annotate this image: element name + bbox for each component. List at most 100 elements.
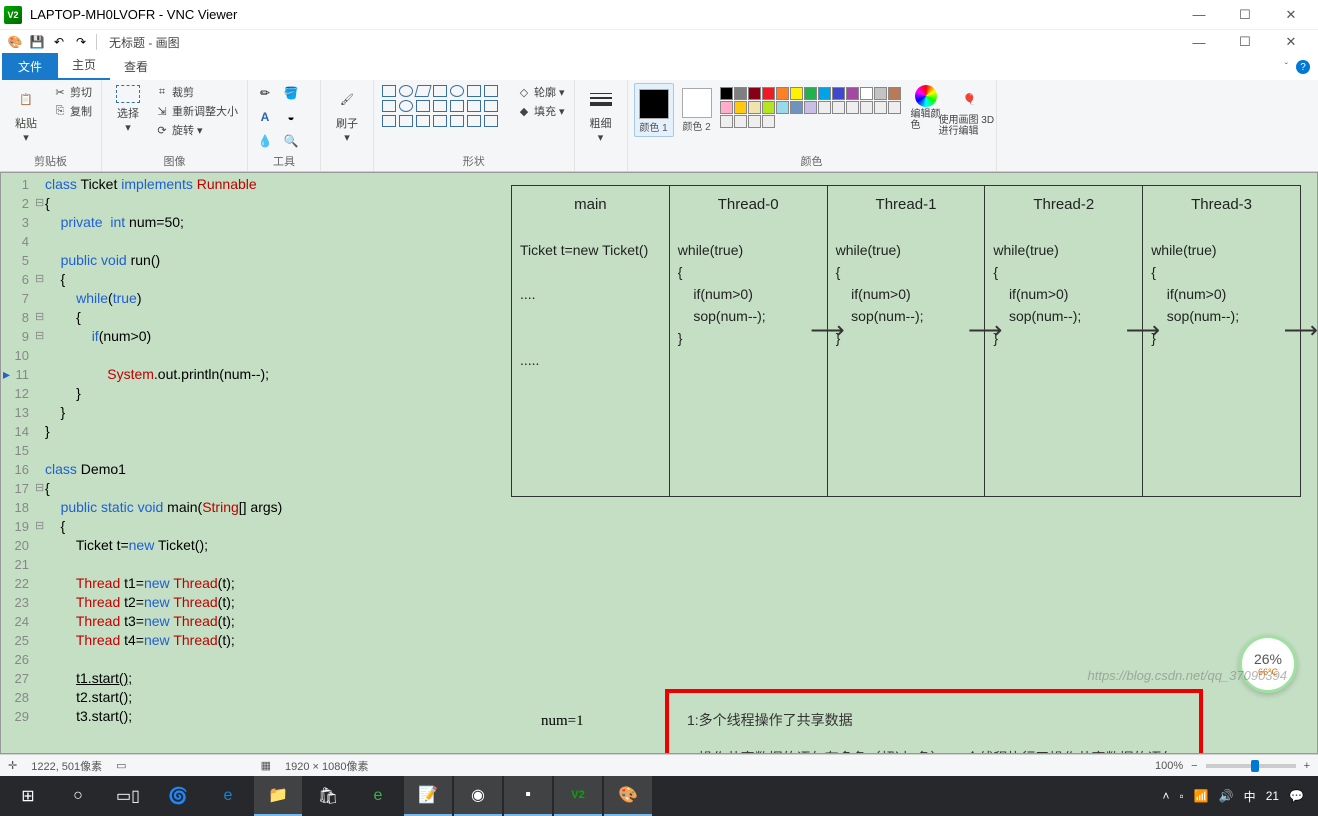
thickness-button[interactable]: 粗细▾ [581, 83, 621, 144]
taskbar-app-paint[interactable]: 🎨 [604, 776, 652, 816]
vnc-title: LAPTOP-MH0LVOFR - VNC Viewer [30, 7, 1176, 22]
redo-icon[interactable]: ↷ [71, 32, 91, 52]
tray-ime-icon[interactable]: 中 [1244, 788, 1256, 805]
tray-chevron-icon[interactable]: ˄ [1162, 789, 1169, 803]
palette-swatch[interactable] [804, 87, 817, 100]
palette-swatch[interactable] [846, 87, 859, 100]
tab-file[interactable]: 文件 [2, 53, 58, 80]
palette-swatch[interactable] [832, 87, 845, 100]
palette-swatch[interactable] [748, 87, 761, 100]
eyedropper-tool[interactable]: 💧 [255, 131, 275, 151]
group-colors: 颜色 1 颜色 2 编辑颜色 🎈 使用画图 3D 进行编辑 颜色 [628, 80, 997, 171]
help-icon[interactable]: ? [1296, 60, 1310, 74]
zoom-in-button[interactable]: + [1304, 760, 1310, 772]
palette-swatch[interactable] [860, 87, 873, 100]
taskbar-app-chrome[interactable]: ◉ [454, 776, 502, 816]
undo-icon[interactable]: ↶ [49, 32, 69, 52]
tray-time[interactable]: 21 [1266, 789, 1279, 803]
taskbar-app-ie[interactable]: e [354, 776, 402, 816]
palette-swatch[interactable] [776, 87, 789, 100]
palette-swatch[interactable] [734, 101, 747, 114]
magnifier-tool[interactable]: 🔍 [281, 131, 301, 151]
rotate-button[interactable]: ⟳旋转 ▾ [152, 121, 241, 139]
zoom-slider[interactable] [1206, 764, 1296, 768]
start-button[interactable]: ⊞ [4, 776, 52, 816]
taskbar-app-store[interactable]: 🛍 [304, 776, 352, 816]
palette-swatch[interactable] [888, 101, 901, 114]
minimize-ribbon-icon[interactable]: ˇ [1285, 62, 1288, 73]
shape-fill-button[interactable]: ◆填充 ▾ [514, 102, 568, 120]
group-image: 选择▾ ⌗裁剪 ⇲重新调整大小 ⟳旋转 ▾ 图像 [102, 80, 248, 171]
tab-home[interactable]: 主页 [58, 51, 110, 80]
paste-button[interactable]: 📋 粘贴▾ [6, 83, 46, 144]
palette-swatch[interactable] [888, 87, 901, 100]
ribbon: 📋 粘贴▾ ✂剪切 ⎘复制 剪贴板 选择▾ ⌗裁剪 ⇲重新调整大小 ⟳旋转 ▾ … [0, 80, 1318, 172]
system-tray[interactable]: ˄ ▫ 📶 🔊 中 21 💬 [1162, 788, 1314, 805]
paint-close-button[interactable]: ✕ [1268, 27, 1314, 57]
palette-swatch[interactable] [734, 87, 747, 100]
minimize-button[interactable]: — [1176, 0, 1222, 30]
crop-button[interactable]: ⌗裁剪 [152, 83, 241, 101]
palette-swatch[interactable] [804, 101, 817, 114]
taskbar-app-terminal[interactable]: ▪ [504, 776, 552, 816]
paint3d-button[interactable]: 🎈 使用画图 3D 进行编辑 [950, 83, 990, 137]
taskbar: ⊞ ○ ▭▯ 🌀 e 📁 🛍 e 📝 ◉ ▪ V2 🎨 ˄ ▫ 📶 🔊 中 21… [0, 776, 1318, 816]
palette-swatch[interactable] [762, 101, 775, 114]
search-button[interactable]: ○ [54, 776, 102, 816]
palette-swatch[interactable] [874, 101, 887, 114]
tray-network-icon[interactable]: 📶 [1194, 789, 1209, 803]
task-view-button[interactable]: ▭▯ [104, 776, 152, 816]
palette-swatch[interactable] [720, 115, 733, 128]
palette-swatch[interactable] [832, 101, 845, 114]
palette-swatch[interactable] [874, 87, 887, 100]
taskbar-app-edge[interactable]: e [204, 776, 252, 816]
note-line2: 2:操作共享数据的语句有多条（超过1条），一个线程执行了操作共享数据的语句一部分… [687, 745, 1181, 754]
palette-swatch[interactable] [818, 101, 831, 114]
tray-volume-icon[interactable]: 🔊 [1219, 789, 1234, 803]
resize-button[interactable]: ⇲重新调整大小 [152, 102, 241, 120]
palette-swatch[interactable] [790, 101, 803, 114]
palette-swatch[interactable] [846, 101, 859, 114]
palette-swatch[interactable] [762, 115, 775, 128]
paint-maximize-button[interactable]: ☐ [1222, 27, 1268, 57]
maximize-button[interactable]: ☐ [1222, 0, 1268, 30]
battery-widget[interactable]: 26% 66°C [1239, 635, 1297, 693]
pencil-tool[interactable]: ✏ [255, 83, 275, 103]
taskbar-app-explorer[interactable]: 📁 [254, 776, 302, 816]
taskbar-app-vnc[interactable]: V2 [554, 776, 602, 816]
palette-swatch[interactable] [790, 87, 803, 100]
paint-canvas[interactable]: 1class Ticket implements Runnable2⊟{3 pr… [0, 172, 1318, 754]
tray-notifications-icon[interactable]: 💬 [1289, 789, 1304, 803]
palette-swatch[interactable] [720, 87, 733, 100]
taskbar-app-wallpaper[interactable]: 🌀 [154, 776, 202, 816]
palette-swatch[interactable] [720, 101, 733, 114]
color-palette[interactable] [720, 83, 902, 128]
palette-swatch[interactable] [776, 101, 789, 114]
palette-swatch[interactable] [860, 101, 873, 114]
color1-button[interactable]: 颜色 1 [634, 83, 674, 137]
brushes-button[interactable]: 🖌 刷子▾ [327, 83, 367, 144]
paint-minimize-button[interactable]: — [1176, 27, 1222, 57]
taskbar-app-notepad[interactable]: 📝 [404, 776, 452, 816]
zoom-out-button[interactable]: − [1191, 760, 1197, 772]
copy-button[interactable]: ⎘复制 [50, 102, 95, 120]
color2-button[interactable]: 颜色 2 [678, 83, 716, 135]
fill-tool[interactable]: 🪣 [281, 83, 301, 103]
save-icon[interactable]: 💾 [27, 32, 47, 52]
palette-swatch[interactable] [762, 87, 775, 100]
tray-icon[interactable]: ▫ [1180, 789, 1184, 803]
close-button[interactable]: ✕ [1268, 0, 1314, 30]
paint-app-icon[interactable]: 🎨 [5, 32, 25, 52]
eraser-tool[interactable]: ◒ [281, 107, 301, 127]
palette-swatch[interactable] [734, 115, 747, 128]
tab-view[interactable]: 查看 [110, 53, 162, 80]
cut-button[interactable]: ✂剪切 [50, 83, 95, 101]
text-tool[interactable]: A [255, 107, 275, 127]
statusbar: ✛ 1222, 501像素 ▭ ▦ 1920 × 1080像素 100% − + [0, 754, 1318, 776]
palette-swatch[interactable] [748, 115, 761, 128]
shape-outline-button[interactable]: ◇轮廓 ▾ [514, 83, 568, 101]
palette-swatch[interactable] [818, 87, 831, 100]
palette-swatch[interactable] [748, 101, 761, 114]
select-button[interactable]: 选择▾ [108, 83, 148, 134]
shapes-gallery[interactable] [380, 83, 510, 129]
